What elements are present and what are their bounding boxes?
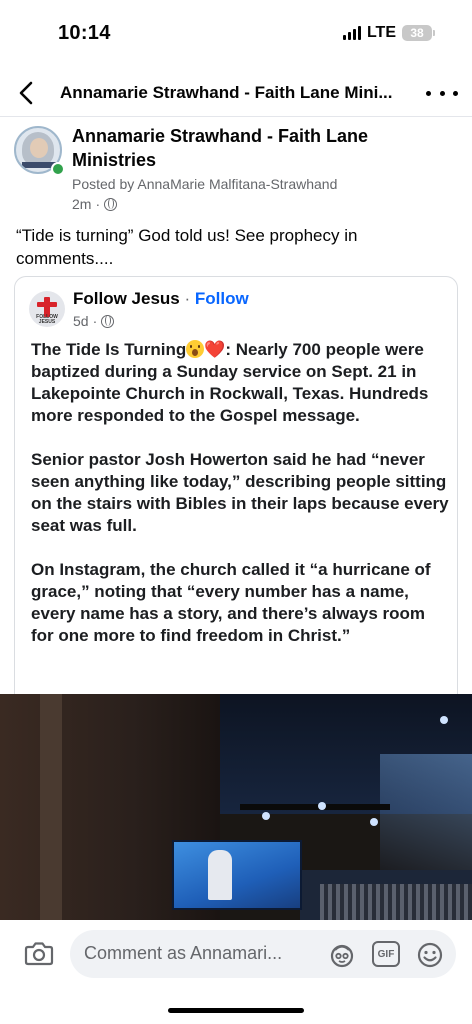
heart-icon: ❤️ [204,340,226,359]
signal-icon [342,26,361,40]
post-time[interactable]: 2m [72,196,91,212]
video-light-beam [380,754,472,874]
status-indicators: LTE 38 [342,24,435,42]
video-lighting-rig [240,804,390,810]
video-figure [208,850,232,900]
video-stage-light [440,716,448,724]
cross-icon-bar [37,302,57,307]
posted-by[interactable]: Posted by AnnaMarie Malfitana-Strawhand [72,176,337,192]
comment-placeholder: Comment as Annamari... [84,943,283,963]
shared-body: The Tide Is Turning ❤️: Nearly 700 people… [31,339,451,669]
shared-time[interactable]: 5d [73,313,89,329]
video-cross-pillar [40,694,62,920]
dot-icon [453,90,458,96]
dot-icon [439,90,445,96]
comment-bar: Comment as Annamari... GIF [0,920,472,990]
shared-title-row: Follow Jesus · Follow [73,289,249,309]
emoji-icon[interactable] [416,941,444,969]
follow-button[interactable]: Follow [195,289,249,308]
page-avatar[interactable]: FOLLOW JESUS [29,291,65,327]
comment-input[interactable]: Comment as Annamari... GIF [70,930,456,978]
globe-icon [104,197,118,211]
meta-separator: · [95,196,101,212]
nav-bar: Annamarie Strawhand - Faith Lane Mini... [0,72,472,114]
camera-icon[interactable] [24,940,54,966]
video-stage-light [370,818,378,826]
home-indicator[interactable] [168,1008,304,1013]
shared-post-card[interactable]: FOLLOW JESUS Follow Jesus · Follow 5d · … [14,276,458,694]
post-text: “Tide is turning” God told us! See proph… [16,226,358,268]
avatar-logo-text: FOLLOW JESUS [36,314,58,325]
astonished-face-icon [186,340,205,358]
battery-icon: 38 [402,25,435,41]
online-status-icon [51,162,65,176]
page-name[interactable]: Follow Jesus [73,289,180,308]
status-time: 10:14 [58,22,111,44]
shared-paragraph-3: On Instagram, the church called it “a hu… [31,560,431,645]
nav-title: Annamarie Strawhand - Faith Lane Mini... [60,83,393,102]
post-video[interactable] [0,694,472,920]
globe-icon [101,314,115,328]
post-meta: 2m · [72,196,118,212]
video-crowd [320,884,472,920]
avatar-face [30,138,48,158]
meta-separator: · [92,313,98,329]
video-stage-light [318,802,326,810]
battery-level: 38 [410,26,424,40]
para1-lead: The Tide Is Turning [31,340,187,359]
title-separator: · [184,289,191,308]
author-name[interactable]: Annamarie Strawhand - Faith Lane Ministr… [72,124,412,172]
back-button[interactable] [0,72,52,114]
chevron-left-icon [19,81,33,105]
shared-meta: 5d · [73,313,115,329]
shared-paragraph-2: Senior pastor Josh Howerton said he had … [31,450,449,535]
status-bar: 10:14 LTE 38 [0,0,472,70]
divider [0,116,472,117]
video-screen [172,840,302,910]
post-header: Annamarie Strawhand - Faith Lane Ministr… [14,124,464,216]
network-label: LTE [366,24,396,41]
gif-button[interactable]: GIF [372,941,400,967]
dot-icon [426,90,431,96]
avatar-sticker-icon[interactable] [328,941,356,969]
more-options-button[interactable] [426,80,458,106]
shared-paragraph-1: The Tide Is Turning ❤️: Nearly 700 people… [31,339,451,427]
video-stage-light [262,812,270,820]
